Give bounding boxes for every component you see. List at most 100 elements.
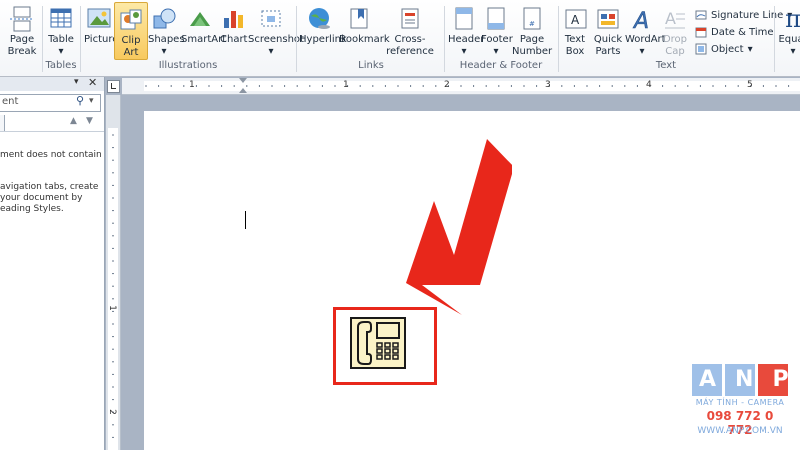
separator xyxy=(774,6,775,72)
anp-website: WWW.ANP.COM.VN xyxy=(697,426,783,436)
vertical-ruler-number: 1 xyxy=(106,305,117,311)
page-number-label-2: Number xyxy=(512,46,553,57)
table-icon xyxy=(50,8,72,28)
group-label-text: Text xyxy=(655,60,677,71)
nav-tabs-bar: ▲ ▼ xyxy=(0,115,104,132)
hanging-indent-marker[interactable] xyxy=(239,88,247,93)
footer-button[interactable]: Footer ▾ xyxy=(481,2,513,58)
clip-art-label-1: Clip xyxy=(121,35,141,46)
page-break-button[interactable]: Page Break xyxy=(6,2,38,58)
smartart-button[interactable]: SmartArt xyxy=(181,2,226,46)
object-button[interactable]: Object ▾ xyxy=(695,43,753,55)
date-time-button[interactable]: Date & Time xyxy=(695,26,774,38)
bookmark-button[interactable]: Bookmark xyxy=(339,2,390,46)
nav-search-box[interactable]: ent ⚲ ▾ xyxy=(0,94,101,112)
vertical-ruler-ticks xyxy=(112,134,114,438)
red-arrow-annotation xyxy=(406,139,512,315)
shapes-label: Shapes xyxy=(148,34,185,45)
equation-dropdown-arrow: ▾ xyxy=(790,46,796,57)
header-label: Header xyxy=(448,34,485,45)
screenshot-dropdown-arrow: ▾ xyxy=(268,46,274,57)
wordart-button[interactable]: A WordArt ▾ xyxy=(625,2,666,58)
horizontal-ruler[interactable]: 1 1 2 3 4 5 xyxy=(122,78,800,95)
nav-up-arrow-icon[interactable]: ▲ xyxy=(70,116,77,126)
wordart-label: WordArt xyxy=(625,34,666,45)
ruler-toggle[interactable] xyxy=(107,80,120,93)
wordart-icon: A xyxy=(632,9,650,32)
object-icon xyxy=(695,43,707,55)
quick-parts-label-2: Parts xyxy=(595,46,621,57)
equation-label: Equat xyxy=(778,34,800,45)
shapes-button[interactable]: Shapes ▾ xyxy=(148,2,185,58)
ruler-number: 1 xyxy=(343,80,349,90)
table-button[interactable]: Table ▾ xyxy=(46,2,76,58)
nav-tab[interactable] xyxy=(0,115,5,131)
equation-button[interactable]: π Equat ▾ xyxy=(778,2,800,58)
nav-pane-menu-arrow-icon[interactable]: ▾ xyxy=(74,77,79,87)
group-label-header-footer: Header & Footer xyxy=(459,60,543,71)
picture-button[interactable]: Picture xyxy=(84,2,118,46)
calendar-icon xyxy=(695,27,707,38)
hyperlink-button[interactable]: Hyperlink xyxy=(299,2,347,46)
vertical-ruler-number: 2 xyxy=(106,409,117,415)
screenshot-button[interactable]: Screenshot ▾ xyxy=(248,2,304,58)
drop-cap-button[interactable]: A Drop Cap xyxy=(661,2,689,58)
quick-parts-label-1: Quick xyxy=(593,34,623,45)
quick-parts-button[interactable]: Quick Parts xyxy=(592,2,624,58)
object-dropdown-arrow: ▾ xyxy=(747,43,753,55)
smartart-icon xyxy=(190,12,210,26)
drop-cap-label-2: Cap xyxy=(665,46,685,57)
separator xyxy=(42,6,43,72)
wordart-dropdown-arrow: ▾ xyxy=(639,46,645,57)
clip-art-label-2: Art xyxy=(123,47,139,58)
search-icon[interactable]: ⚲ xyxy=(76,94,84,107)
cross-reference-button[interactable]: Cross-reference xyxy=(379,2,441,58)
date-time-label: Date & Time xyxy=(711,26,774,38)
svg-text:#: # xyxy=(529,20,535,28)
text-box-button[interactable]: A Text Box xyxy=(562,2,588,58)
separator xyxy=(80,6,81,72)
page-number-icon: # xyxy=(523,7,541,30)
nav-search-placeholder: ent xyxy=(2,96,19,107)
screenshot-icon xyxy=(261,10,281,27)
svg-text:A: A xyxy=(571,13,580,27)
telephone-clipart-icon[interactable] xyxy=(350,317,406,369)
nav-message-2-line-2: your document by xyxy=(0,193,83,203)
tab-stop-icon-base xyxy=(111,88,116,89)
clip-art-button[interactable]: Clip Art xyxy=(114,2,148,60)
header-button[interactable]: Header ▾ xyxy=(448,2,485,58)
clip-art-icon xyxy=(120,9,142,30)
hyperlink-globe-icon xyxy=(309,8,330,29)
svg-text:A: A xyxy=(632,9,649,32)
separator xyxy=(558,6,559,72)
separator xyxy=(444,6,445,72)
signature-line-icon xyxy=(695,10,707,20)
text-box-label-1: Text xyxy=(564,34,586,45)
footer-label: Footer xyxy=(481,34,513,45)
ribbon: Page Break Table ▾ Tables Picture Clip A… xyxy=(0,0,800,77)
anp-logo: ANP xyxy=(692,364,789,396)
bookmark-label: Bookmark xyxy=(339,34,390,45)
indent-marker[interactable] xyxy=(239,78,247,83)
header-icon xyxy=(455,7,473,30)
group-label-tables: Tables xyxy=(45,60,77,71)
nav-down-arrow-icon[interactable]: ▼ xyxy=(86,116,93,126)
bookmark-icon xyxy=(350,8,368,29)
vertical-ruler[interactable]: 1 2 xyxy=(106,95,121,450)
chart-button[interactable]: Chart xyxy=(220,2,247,46)
text-cursor xyxy=(245,211,246,229)
page-break-icon xyxy=(10,6,34,32)
quick-parts-icon xyxy=(597,9,619,29)
cross-reference-icon xyxy=(401,8,419,29)
anp-subtitle: MÁY TÍNH - CAMERA xyxy=(695,398,785,407)
shapes-dropdown-arrow: ▾ xyxy=(161,46,167,57)
group-label-links: Links xyxy=(358,60,384,71)
table-dropdown-arrow: ▾ xyxy=(58,46,64,57)
page-number-button[interactable]: # Page Number xyxy=(512,2,552,58)
nav-pane-close-icon[interactable]: ✕ xyxy=(88,76,97,89)
separator xyxy=(296,6,297,72)
hyperlink-label: Hyperlink xyxy=(299,34,347,45)
page-break-label-1: Page xyxy=(9,34,35,45)
ruler-number: 1 xyxy=(189,80,195,90)
search-dropdown-arrow-icon[interactable]: ▾ xyxy=(89,96,94,106)
